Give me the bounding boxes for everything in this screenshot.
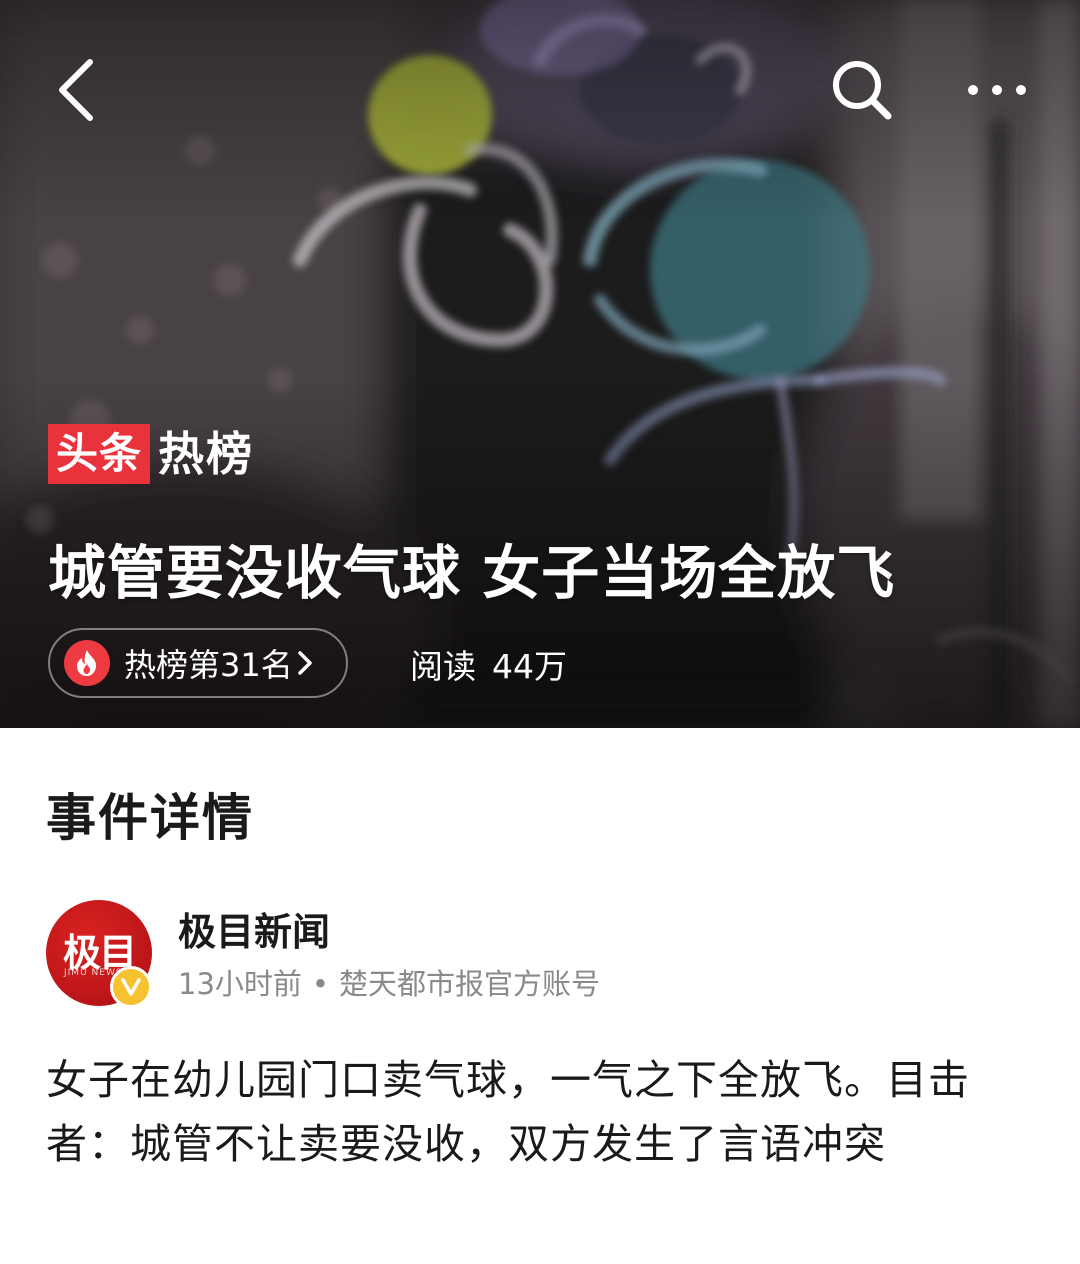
back-arrow-icon: [59, 59, 93, 121]
author-description: 楚天都市报官方账号: [339, 967, 601, 1001]
hotlist-rank-button[interactable]: 热榜第31名: [48, 628, 348, 698]
hero-banner: 头条 热榜 城管要没收气球 女子当场全放飞 热榜第31名 阅读 44万: [0, 0, 1080, 728]
back-button[interactable]: [40, 50, 112, 130]
verified-v-icon: [110, 966, 152, 1008]
chevron-right-icon: [297, 650, 313, 676]
search-button[interactable]: [824, 52, 900, 128]
avatar[interactable]: 极目 JIMU NEWS: [46, 900, 152, 1008]
section-title: 事件详情: [46, 789, 254, 847]
read-count: 阅读 44万: [410, 640, 567, 688]
author-card: 极目 JIMU NEWS 极目新闻 13小时前 • 楚天都市报官方账号: [46, 900, 1036, 1010]
brand-white-label: 热榜: [158, 427, 255, 481]
more-dots-icon: [968, 85, 1026, 95]
post-time: 13小时前: [178, 967, 302, 1001]
read-count-value: 44万: [492, 647, 567, 686]
author-meta: 13小时前 • 楚天都市报官方账号: [178, 964, 600, 1004]
search-icon: [833, 61, 892, 120]
more-options-button[interactable]: [952, 60, 1042, 120]
article-body: 女子在幼儿园门口卖气球，一气之下全放飞。目击者：城管不让卖要没收，双方发生了言语…: [46, 1056, 970, 1168]
top-navigation-bar: [0, 0, 1080, 180]
fire-icon: [64, 640, 110, 686]
read-count-label: 阅读: [410, 647, 476, 686]
page-title: 城管要没收气球 女子当场全放飞: [48, 539, 896, 607]
meta-separator: •: [311, 967, 330, 1001]
brand-red-label: 头条: [48, 424, 151, 484]
author-name[interactable]: 极目新闻: [178, 906, 330, 958]
hotlist-rank-label: 热榜第31名: [124, 646, 293, 684]
toutiao-hotlist-logo: 头条 热榜: [48, 424, 254, 484]
